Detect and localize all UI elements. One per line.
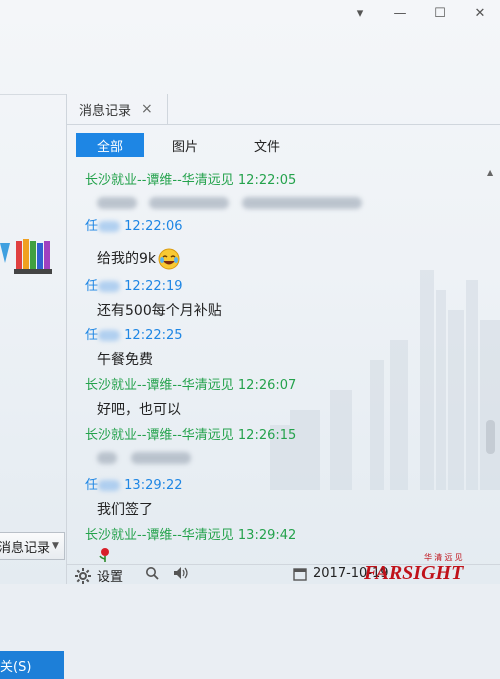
- tab-message-record-label: 消息记录: [79, 103, 132, 119]
- filter-all-button[interactable]: 全部: [76, 133, 144, 157]
- message-body-blurred: [97, 450, 192, 466]
- message-record-button[interactable]: 消息记录 ▼: [0, 532, 65, 560]
- search-button[interactable]: [145, 566, 159, 580]
- sender-name: 任: [85, 328, 99, 343]
- farsight-watermark-logo: 华 清 远 见 FARSIGHT: [363, 552, 464, 584]
- message-text: 还有500每个月补贴: [97, 303, 222, 319]
- message-text: 我们签了: [97, 502, 153, 518]
- close-chat-button[interactable]: 关(S): [0, 651, 64, 679]
- message-body: 好吧，也可以: [97, 399, 181, 419]
- message-time: 12:26:15: [237, 428, 297, 443]
- message-time: 12:22:25: [124, 328, 183, 343]
- dropdown-icon[interactable]: ▾: [340, 0, 380, 26]
- history-filter-bar: 全部 图片 文件: [76, 133, 308, 157]
- blurred-name: [98, 330, 121, 341]
- laughing-emoji-icon: [158, 248, 180, 270]
- maximize-icon[interactable]: ☐: [420, 0, 460, 26]
- sender-name: 任: [85, 279, 99, 294]
- sender-name: 任: [85, 219, 99, 234]
- settings-label: 设置: [97, 570, 124, 585]
- blurred-text: [131, 452, 192, 464]
- window-controls: ▾ — ☐ ✕: [340, 0, 500, 26]
- message-header: 长沙就业--谭维--华清远见 12:22:05: [85, 169, 296, 188]
- close-chat-label: 关(S): [0, 659, 32, 675]
- message-time: 12:26:07: [237, 378, 297, 393]
- blurred-name: [98, 480, 121, 491]
- pencils-avatar-icon: [0, 239, 52, 274]
- message-time: 12:22:19: [124, 279, 183, 294]
- message-text: 好吧，也可以: [97, 402, 181, 418]
- blurred-text: [97, 197, 137, 209]
- message-header: 长沙就业--谭维--华清远见 12:26:15: [85, 424, 296, 443]
- message-header: 任 12:22:25: [85, 324, 183, 343]
- message-header: 长沙就业--谭维--华清远见 12:26:07: [85, 374, 296, 393]
- volume-button[interactable]: [173, 566, 189, 580]
- logo-main-text: FARSIGHT: [363, 562, 464, 584]
- message-body: 午餐免费: [97, 349, 153, 369]
- filter-files-button[interactable]: 文件: [226, 133, 308, 157]
- search-icon: [146, 567, 159, 580]
- logo-top-text: 华 清 远 见: [424, 552, 463, 562]
- close-icon[interactable]: ✕: [460, 0, 500, 26]
- message-record-label: 消息记录: [0, 540, 51, 556]
- blurred-text: [149, 197, 230, 209]
- message-body: 还有500每个月补贴: [97, 300, 222, 320]
- sender-name: 长沙就业--谭维--华清远见: [85, 173, 234, 188]
- rose-icon: [99, 548, 109, 562]
- message-body: 我们签了: [97, 499, 153, 519]
- settings-button[interactable]: 设置: [75, 566, 123, 585]
- blurred-name: [98, 221, 121, 232]
- message-time: 12:22:06: [124, 219, 183, 234]
- message-body: [97, 546, 113, 566]
- speaker-icon: [174, 567, 188, 579]
- scroll-up-icon[interactable]: ▲: [487, 168, 493, 177]
- chat-left-pane: 消息记录 ▼ 关(S): [0, 94, 66, 679]
- gear-icon: [75, 567, 91, 584]
- tab-message-record[interactable]: 消息记录 ×: [67, 94, 168, 124]
- blurred-text: [97, 452, 117, 464]
- sender-name: 长沙就业--谭维--华清远见: [85, 378, 234, 393]
- message-body: 给我的9k: [97, 248, 180, 270]
- sender-name: 长沙就业--谭维--华清远见: [85, 528, 234, 543]
- message-history-list: 长沙就业--谭维--华清远见 12:22:05 任 12:22:06 给我的9k…: [67, 162, 482, 562]
- message-header: 任 12:22:19: [85, 275, 183, 294]
- sender-name: 长沙就业--谭维--华清远见: [85, 428, 234, 443]
- message-time: 12:22:05: [237, 173, 297, 188]
- message-header: 任 12:22:06: [85, 215, 183, 234]
- blurred-name: [98, 281, 121, 292]
- message-header: 任 13:29:22: [85, 474, 183, 493]
- message-text: 午餐免费: [97, 352, 153, 368]
- blurred-text: [241, 197, 362, 209]
- history-scrollbar[interactable]: ▲: [482, 162, 500, 562]
- sender-name: 任: [85, 478, 99, 493]
- message-body-blurred: [97, 195, 362, 211]
- message-header: 长沙就业--谭维--华清远见 13:29:42: [85, 524, 296, 543]
- calendar-icon: [293, 567, 307, 581]
- minimize-icon[interactable]: —: [380, 0, 420, 26]
- history-tab-bar: 消息记录 ×: [67, 94, 500, 125]
- message-time: 13:29:22: [124, 478, 183, 493]
- scrollbar-thumb[interactable]: [486, 420, 495, 454]
- chevron-down-icon: ▼: [52, 541, 59, 551]
- filter-images-button[interactable]: 图片: [144, 133, 226, 157]
- tab-close-icon[interactable]: ×: [141, 101, 153, 117]
- message-text: 给我的9k: [97, 251, 157, 267]
- message-time: 13:29:42: [237, 528, 297, 543]
